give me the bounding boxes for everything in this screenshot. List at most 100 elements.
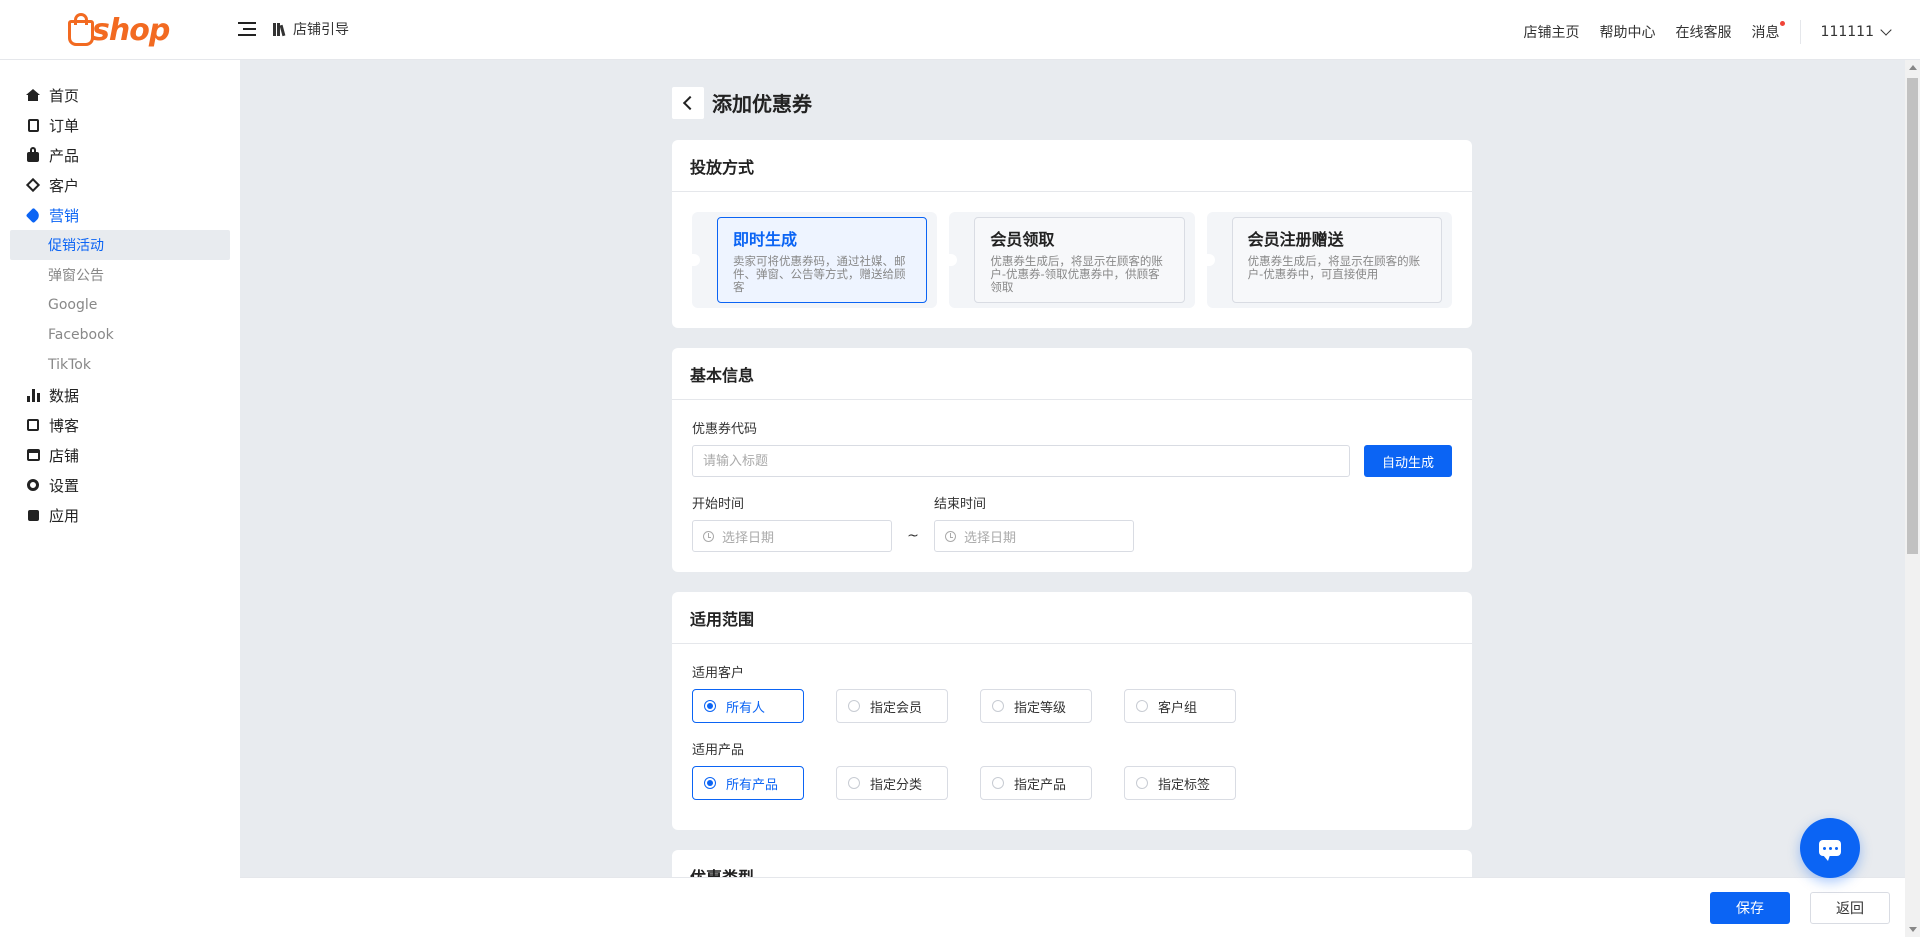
radio-specific-categories[interactable]: 指定分类 bbox=[836, 766, 948, 800]
delivery-method-card: 投放方式 即时生成 卖家可将优惠券码，通过社媒、邮件、弹窗、公告等方式，赠送给顾… bbox=[672, 140, 1472, 328]
sidebar-item-marketing[interactable]: 营销 bbox=[0, 200, 240, 230]
radio-dot bbox=[848, 777, 860, 789]
chat-button[interactable] bbox=[1800, 818, 1860, 878]
store-guide-link[interactable]: 店铺引导 bbox=[273, 19, 349, 39]
method-option-wrap: 会员领取 优惠券生成后，将显示在顾客的账户-优惠券-领取优惠券中，供顾客领取 bbox=[947, 212, 1195, 308]
scrollbar-thumb[interactable] bbox=[1907, 78, 1918, 554]
bar-chart-icon bbox=[26, 388, 40, 402]
sidebar-subitem-facebook[interactable]: Facebook bbox=[0, 320, 240, 350]
sidebar-item-products[interactable]: 产品 bbox=[0, 140, 240, 170]
coupon-code-label: 优惠券代码 bbox=[692, 422, 758, 437]
shop-bag-logo-icon bbox=[66, 12, 96, 48]
start-date-picker[interactable]: 选择日期 bbox=[692, 520, 892, 552]
sidebar-item-store[interactable]: 店铺 bbox=[0, 440, 240, 470]
scrollbar[interactable] bbox=[1905, 60, 1920, 937]
scroll-down-arrow-icon[interactable] bbox=[1909, 927, 1917, 932]
sidebar-item-settings[interactable]: 设置 bbox=[0, 470, 240, 500]
radio-all-customers[interactable]: 所有人 bbox=[692, 689, 804, 723]
sidebar-item-orders[interactable]: 订单 bbox=[0, 110, 240, 140]
bag-icon bbox=[26, 147, 40, 162]
radio-label: 客户组 bbox=[1158, 700, 1198, 716]
method-title: 会员注册赠送 bbox=[1247, 230, 1344, 249]
sidebar-subitem-tiktok[interactable]: TikTok bbox=[0, 350, 240, 380]
applicable-customers-label: 适用客户 bbox=[692, 666, 745, 681]
method-description: 卖家可将优惠券码，通过社媒、邮件、弹窗、公告等方式，赠送给顾客 bbox=[733, 254, 906, 294]
radio-dot bbox=[992, 700, 1004, 712]
user-menu[interactable]: 111111 bbox=[1820, 24, 1892, 40]
radio-specific-members[interactable]: 指定会员 bbox=[836, 689, 948, 723]
basic-info-card: 基本信息 优惠券代码 自动生成 开始时间 结束时间 选择日期 ~ bbox=[672, 348, 1472, 572]
messages-link[interactable]: 消息 bbox=[1752, 21, 1785, 42]
method-option-wrap: 即时生成 卖家可将优惠券码，通过社媒、邮件、弹窗、公告等方式，赠送给顾客 bbox=[689, 212, 938, 308]
radio-specific-products[interactable]: 指定产品 bbox=[980, 766, 1092, 800]
card-title: 优惠类型 bbox=[690, 868, 754, 877]
store-home-link[interactable]: 店铺主页 bbox=[1524, 22, 1580, 42]
sidebar-item-data[interactable]: 数据 bbox=[0, 380, 240, 410]
home-icon bbox=[26, 88, 40, 102]
sidebar-item-customers[interactable]: 客户 bbox=[0, 170, 240, 200]
method-member-claim-option[interactable]: 会员领取 优惠券生成后，将显示在顾客的账户-优惠券-领取优惠券中，供顾客领取 bbox=[974, 217, 1185, 303]
method-description: 优惠券生成后，将显示在顾客的账户-优惠券中，可直接使用 bbox=[1247, 254, 1421, 281]
method-register-gift-option[interactable]: 会员注册赠送 优惠券生成后，将显示在顾客的账户-优惠券中，可直接使用 bbox=[1231, 217, 1442, 303]
sidebar-item-blog[interactable]: 博客 bbox=[0, 410, 240, 440]
sidebar-subitem-popups[interactable]: 弹窗公告 bbox=[0, 260, 240, 290]
clock-icon bbox=[945, 530, 956, 542]
method-instant-option[interactable]: 即时生成 卖家可将优惠券码，通过社媒、邮件、弹窗、公告等方式，赠送给顾客 bbox=[717, 217, 928, 303]
sidebar-item-label: 产品 bbox=[49, 146, 80, 165]
store-icon bbox=[26, 448, 40, 462]
sidebar-subitem-promotions[interactable]: 促销活动 bbox=[10, 230, 230, 260]
sidebar-item-apps[interactable]: 应用 bbox=[0, 500, 240, 530]
puzzle-icon bbox=[26, 508, 40, 522]
page-header: 添加优惠券 bbox=[672, 60, 1472, 140]
username: 111111 bbox=[1820, 24, 1874, 40]
top-bar: shop 店铺引导 店铺主页 帮助中心 在线客服 消息 111111 bbox=[0, 0, 1920, 60]
sidebar-item-label: 设置 bbox=[49, 476, 80, 495]
radio-label: 所有人 bbox=[726, 700, 766, 716]
radio-dot bbox=[848, 700, 860, 712]
card-title: 适用范围 bbox=[672, 592, 1472, 644]
radio-dot bbox=[1136, 777, 1148, 789]
back-button[interactable] bbox=[672, 86, 704, 119]
chat-bubble-icon bbox=[1819, 840, 1841, 861]
online-support-link[interactable]: 在线客服 bbox=[1676, 22, 1732, 42]
sidebar-item-home[interactable]: 首页 bbox=[0, 80, 240, 110]
auto-generate-button[interactable]: 自动生成 bbox=[1364, 445, 1452, 477]
card-title: 投放方式 bbox=[672, 140, 1472, 192]
sidebar-item-label: 应用 bbox=[49, 506, 80, 525]
date-range-separator: ~ bbox=[907, 528, 919, 544]
radio-customer-groups[interactable]: 客户组 bbox=[1124, 689, 1236, 723]
sidebar-item-label: 营销 bbox=[49, 206, 80, 225]
sidebar-item-label: 数据 bbox=[49, 386, 80, 405]
menu-toggle-icon[interactable] bbox=[238, 20, 256, 38]
coupon-code-input[interactable] bbox=[692, 445, 1350, 477]
chevron-down-icon bbox=[1880, 24, 1892, 36]
sidebar-item-label: 博客 bbox=[49, 416, 80, 435]
end-date-picker[interactable]: 选择日期 bbox=[934, 520, 1134, 552]
logo[interactable]: shop bbox=[66, 10, 170, 50]
return-button[interactable]: 返回 bbox=[1810, 892, 1890, 924]
sidebar-subitem-google[interactable]: Google bbox=[0, 290, 240, 320]
radio-label: 指定等级 bbox=[1014, 700, 1067, 716]
footer-action-bar: 保存 返回 bbox=[240, 877, 1905, 937]
radio-specific-tags[interactable]: 指定标签 bbox=[1124, 766, 1236, 800]
radio-dot bbox=[1136, 700, 1148, 712]
sidebar-item-label: 订单 bbox=[49, 116, 80, 135]
scope-card: 适用范围 适用客户 所有人 指定会员 指定等级 客户组 适用产品 所有产品 指定… bbox=[672, 592, 1472, 830]
gear-icon bbox=[26, 478, 40, 492]
radio-dot bbox=[704, 700, 716, 712]
help-center-link[interactable]: 帮助中心 bbox=[1600, 22, 1656, 42]
radio-all-products[interactable]: 所有产品 bbox=[692, 766, 804, 800]
radio-specific-levels[interactable]: 指定等级 bbox=[980, 689, 1092, 723]
save-button[interactable]: 保存 bbox=[1710, 892, 1790, 924]
method-option-wrap: 会员注册赠送 优惠券生成后，将显示在顾客的账户-优惠券中，可直接使用 bbox=[1204, 212, 1452, 308]
applicable-products-label: 适用产品 bbox=[692, 743, 745, 758]
top-right-nav: 店铺主页 帮助中心 在线客服 消息 111111 bbox=[1504, 20, 1892, 44]
book-icon bbox=[273, 22, 287, 37]
customer-radio-group: 所有人 指定会员 指定等级 客户组 bbox=[692, 689, 1452, 723]
card-title: 基本信息 bbox=[672, 348, 1472, 400]
divider bbox=[1799, 20, 1801, 44]
scroll-up-arrow-icon[interactable] bbox=[1909, 65, 1917, 70]
sidebar: 首页 订单 产品 客户 营销 促销活动 弹窗公告 Google Facebook… bbox=[0, 60, 240, 937]
radio-label: 指定会员 bbox=[870, 700, 923, 716]
sidebar-item-label: 店铺 bbox=[49, 446, 80, 465]
